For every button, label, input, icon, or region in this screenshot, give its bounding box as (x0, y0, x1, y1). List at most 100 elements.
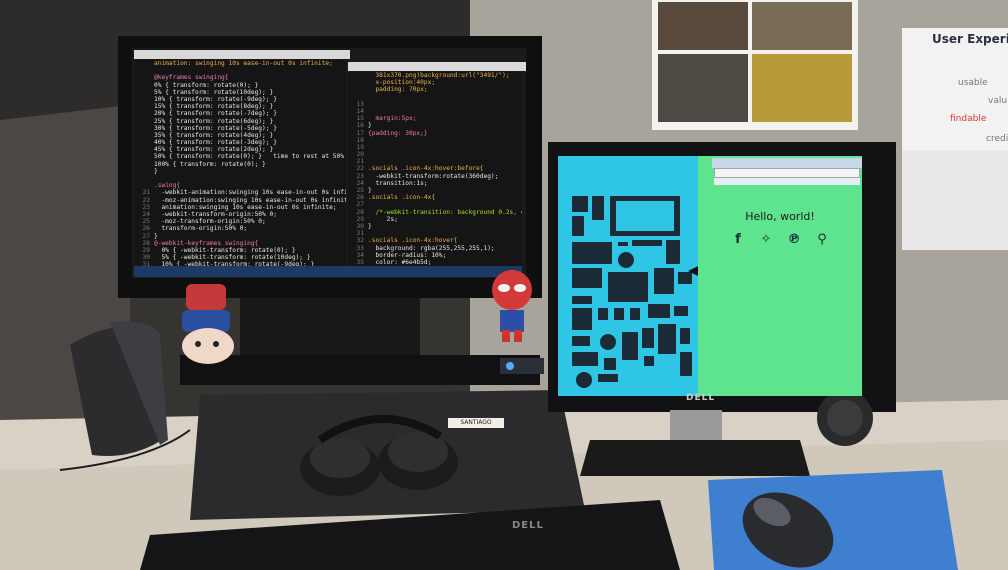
code-text: @keyframes swinging{ (154, 74, 229, 82)
code-line: 14 (348, 108, 522, 115)
facebook-icon[interactable]: f (730, 232, 746, 247)
search-icon[interactable]: ⚲ (814, 232, 830, 247)
code-text: 10% { transform: rotate(-9deg); } (154, 95, 277, 103)
code-text: animation:swinging 10s ease-in-out 0s in… (154, 203, 337, 211)
code-line: 29 2s; (348, 216, 522, 223)
code-text: .socials .icon-4x{ (368, 194, 436, 202)
code-line: 26 .socials .icon-4x{ (348, 194, 522, 201)
code-line: 30% { transform: rotate(-5deg); } (134, 125, 346, 132)
code-line: 23 -webkit-transform:rotate(360deg); (348, 173, 522, 180)
code-text: 5% { -webkit-transform: rotate(10deg); } (154, 254, 311, 262)
desk-photo-scene: animation: swinging 10s ease-in-out 0s i… (0, 0, 1008, 570)
code-line: animation: swinging 10s ease-in-out 0s i… (134, 60, 346, 67)
code-text: color: #6e4b5d; (368, 258, 432, 266)
code-text: 25% { transform: rotate(6deg); } (154, 117, 274, 125)
figurine-right (492, 270, 532, 342)
line-number: 28 (142, 239, 150, 247)
browser-bookmarks-bar (714, 178, 860, 185)
windows-taskbar (134, 266, 522, 277)
code-line: 45% { transform: rotate(2deg); } (134, 146, 346, 153)
code-line: 24 transition:1s; (348, 180, 522, 187)
line-number: 20 (356, 151, 364, 159)
code-line: 24 -webkit-transform-origin:50% 0; (134, 211, 346, 218)
code-text: 2s; (368, 215, 398, 223)
social-icons-row: f ✧ ℗ ⚲ (698, 232, 862, 247)
code-line: } (134, 168, 346, 175)
code-line: 27 (348, 201, 522, 208)
code-line: 25} (348, 187, 522, 194)
code-text: .socials .icon-4x:hover:before{ (368, 165, 484, 173)
twitter-icon[interactable]: ✧ (758, 232, 774, 247)
browser-address-bar[interactable] (714, 168, 860, 178)
line-number: 22 (142, 196, 150, 204)
code-line: 100% { transform: rotate(0); } (134, 161, 346, 168)
line-number: 30 (142, 254, 150, 262)
line-number: 29 (356, 215, 364, 223)
line-number: 24 (142, 210, 150, 218)
code-line: 15 margin:5px; (348, 115, 522, 122)
code-line: 20 (348, 151, 522, 158)
code-line: 30} (348, 223, 522, 230)
line-number: 21 (356, 158, 364, 166)
code-line: padding: 70px; (348, 86, 522, 93)
code-text: } (154, 167, 158, 175)
code-text: 40% { transform: rotate(-3deg); } (154, 139, 277, 147)
editor-titlebar-right (348, 62, 526, 71)
code-line: 17 {padding: 30px;} (348, 130, 522, 137)
code-line: 21 -webkit-animation:swinging 10s ease-i… (134, 189, 346, 196)
browser-tab-strip (712, 158, 862, 168)
line-number: 14 (356, 107, 364, 115)
line-number: 27 (356, 201, 364, 209)
code-text: border-radius: 10%; (368, 251, 447, 259)
line-number: 13 (356, 100, 364, 108)
code-text: -webkit-transform:rotate(360deg); (368, 172, 499, 180)
line-number: 33 (356, 244, 364, 252)
line-number: 26 (356, 194, 364, 202)
code-line: 25 -moz-transform-origin:50% 0; (134, 218, 346, 225)
code-text: x-position:40px; (368, 79, 436, 87)
poster-title: User Experie (932, 32, 1008, 46)
code-line: 15% { transform: rotate(8deg); } (134, 103, 346, 110)
code-line: 26 transform-origin:50% 0; (134, 225, 346, 232)
code-line: 381x370.png)background:url("3491/"); (348, 72, 522, 79)
code-text: } (368, 187, 372, 194)
line-number: 31 (356, 230, 364, 238)
code-text: /*-webkit-transition: background 0.2s, c… (375, 208, 522, 216)
line-number: 32 (356, 237, 364, 245)
code-text: 5% { transform: rotate(10deg); } (154, 88, 274, 96)
web-content-panel: Hello, world! f ✧ ℗ ⚲ (698, 156, 862, 396)
keyboard-brand-logo: DELL (512, 520, 544, 531)
code-text: 0% { -webkit-transform: rotate(0); } (154, 246, 296, 254)
code-line: 20% { transform: rotate(-7deg); } (134, 110, 346, 117)
code-text: 15% { transform: rotate(8deg); } (154, 103, 274, 111)
poster-word-usable: usable (958, 78, 988, 88)
pinterest-icon[interactable]: ℗ (786, 232, 802, 247)
code-line: 32 .socials .icon-4x:hover{ (348, 237, 522, 244)
line-number: 30 (356, 222, 364, 230)
code-line: 50% { transform: rotate(0); } time to re… (134, 153, 346, 160)
code-line: 27} (134, 233, 346, 240)
code-line: 18 (348, 137, 522, 144)
code-text: } (154, 232, 158, 240)
code-text: @-webkit-keyframes swinging{ (154, 239, 259, 247)
code-text: .swing{ (154, 182, 181, 190)
editor-titlebar-left (134, 50, 350, 59)
line-number: 18 (356, 136, 364, 144)
line-number: 16 (356, 122, 364, 130)
code-text: -webkit-transform-origin:50% 0; (154, 210, 277, 218)
code-text: background: rgba(255,255,255,1); (368, 244, 495, 252)
hello-world-heading: Hello, world! (745, 210, 815, 223)
line-number: 25 (142, 218, 150, 226)
code-line: 35% { transform: rotate(4deg); } (134, 132, 346, 139)
code-text: animation: swinging 10s ease-in-out 0s i… (154, 60, 333, 67)
code-text: padding: 70px; (368, 86, 428, 94)
code-line: 5% { transform: rotate(10deg); } (134, 89, 346, 96)
line-number: 34 (356, 251, 364, 259)
code-line: 30 5% { -webkit-transform: rotate(10deg)… (134, 254, 346, 261)
code-line: 28 @-webkit-keyframes swinging{ (134, 240, 346, 247)
line-number: 24 (356, 179, 364, 187)
code-text: 35% { transform: rotate(4deg); } (154, 131, 274, 139)
line-number: 23 (142, 203, 150, 211)
code-line: 23 animation:swinging 10s ease-in-out 0s… (134, 204, 346, 211)
